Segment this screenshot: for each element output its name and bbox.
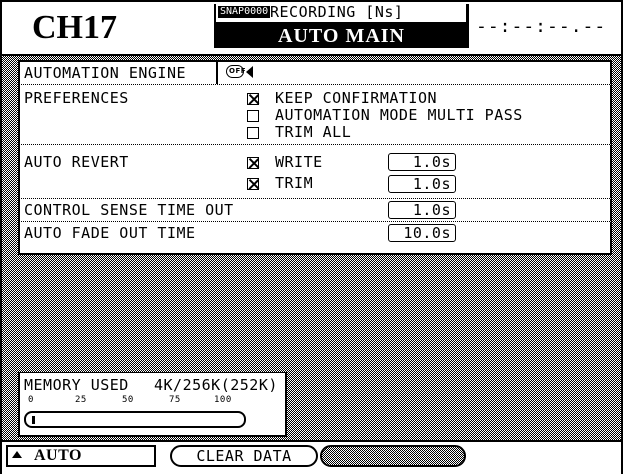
tick-50: 50 — [122, 395, 134, 405]
empty-softkey[interactable] — [320, 445, 466, 467]
clear-data-label: CLEAR DATA — [196, 447, 292, 465]
recording-status: RECORDING [Ns] — [270, 3, 404, 21]
auto-fade-out-label: AUTO FADE OUT TIME — [24, 224, 196, 242]
lcd-screen: CH17 SNAP0000 RECORDING [Ns] AUTO MAIN -… — [0, 0, 623, 474]
engine-state: OFF — [229, 67, 247, 75]
trim-revert-value[interactable]: 1.0s — [388, 175, 456, 193]
control-sense-label: CONTROL SENSE TIME OUT — [24, 201, 234, 219]
memory-used-label: MEMORY USED — [24, 376, 129, 394]
checkbox-multi-pass[interactable] — [247, 110, 259, 122]
preferences-label: PREFERENCES — [24, 89, 129, 107]
checkbox-write[interactable] — [247, 157, 259, 169]
memory-used-value: 4K/256K(252K) — [154, 376, 278, 394]
multi-pass-label: AUTOMATION MODE MULTI PASS — [275, 106, 523, 124]
auto-fade-out-row: AUTO FADE OUT TIME 10.0s — [18, 221, 612, 255]
snap-indicator: SNAP0000 — [218, 6, 271, 18]
checkbox-trim[interactable] — [247, 178, 259, 190]
preferences-row: PREFERENCES KEEP CONFIRMATION AUTOMATION… — [18, 84, 612, 144]
engine-toggle[interactable]: OFF — [226, 65, 247, 78]
memory-panel: MEMORY USED 4K/256K(252K) 0 25 50 75 100 — [18, 372, 287, 437]
triangle-up-icon — [12, 451, 22, 458]
triangle-left-icon — [246, 66, 253, 78]
keep-confirmation-label: KEEP CONFIRMATION — [275, 89, 438, 107]
control-sense-value[interactable]: 1.0s — [388, 201, 456, 219]
memory-meter — [24, 411, 246, 428]
write-revert-value[interactable]: 1.0s — [388, 153, 456, 171]
tick-0: 0 — [28, 395, 34, 405]
checkbox-trim-all[interactable] — [247, 127, 259, 139]
trim-label: TRIM — [275, 174, 314, 192]
auto-revert-row: AUTO REVERT WRITE 1.0s TRIM 1.0s — [18, 144, 612, 198]
automation-engine-row: AUTOMATION ENGINE OFF — [18, 60, 612, 84]
write-label: WRITE — [275, 153, 323, 171]
softkey-bar: AUTO CLEAR DATA — [2, 440, 621, 474]
memory-meter-fill — [32, 416, 35, 424]
automation-engine-label: AUTOMATION ENGINE — [24, 64, 187, 82]
timecode-display: --:--:--.-- — [476, 16, 607, 37]
auto-softkey[interactable]: AUTO — [6, 445, 156, 467]
divider — [216, 62, 218, 84]
clear-data-button[interactable]: CLEAR DATA — [170, 445, 318, 467]
tick-75: 75 — [169, 395, 181, 405]
checkbox-keep-confirmation[interactable] — [247, 93, 259, 105]
screen-title: AUTO MAIN — [278, 25, 405, 47]
trim-all-label: TRIM ALL — [275, 123, 352, 141]
header-bar: CH17 SNAP0000 RECORDING [Ns] AUTO MAIN -… — [2, 2, 621, 56]
control-sense-row: CONTROL SENSE TIME OUT 1.0s — [18, 198, 612, 221]
auto-softkey-label: AUTO — [34, 447, 82, 464]
tick-25: 25 — [75, 395, 87, 405]
channel-label: CH17 — [32, 9, 117, 46]
tick-100: 100 — [214, 395, 232, 405]
auto-revert-label: AUTO REVERT — [24, 153, 129, 171]
auto-fade-out-value[interactable]: 10.0s — [388, 224, 456, 242]
